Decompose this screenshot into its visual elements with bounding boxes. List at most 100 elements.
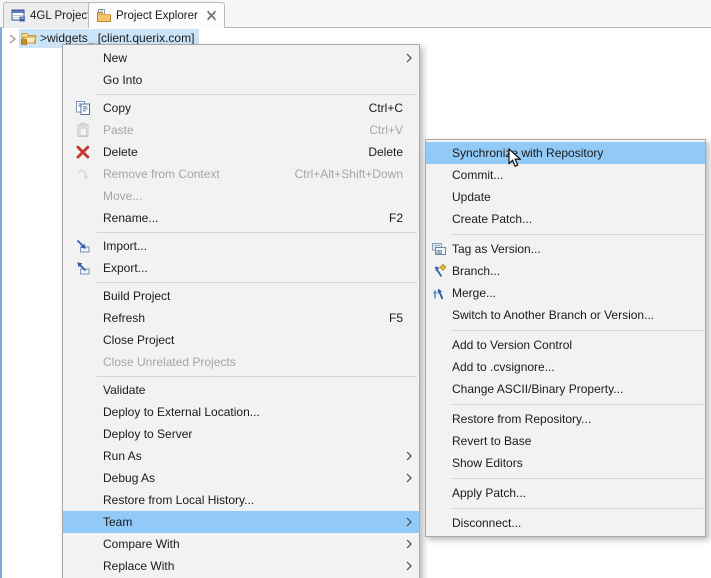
copy-icon <box>63 100 103 116</box>
menu-item-label: Commit... <box>452 168 504 182</box>
menu-item-update[interactable]: Update <box>426 186 705 208</box>
menu-item-label: Debug As <box>103 471 156 485</box>
tag-version-icon <box>426 241 452 257</box>
menu-separator <box>97 281 417 283</box>
team-submenu: Synchronize with Repository Commit... Up… <box>425 139 706 537</box>
submenu-arrow-icon <box>406 539 419 549</box>
tab-label: 4GL Project <box>30 9 91 22</box>
export-icon <box>63 260 103 276</box>
menu-item-validate[interactable]: Validate <box>63 379 419 401</box>
tree-item-label: >widgets_ [client.querix.com] <box>40 31 195 45</box>
menu-item-label: Add to .cvsignore... <box>452 360 555 374</box>
menu-item-branch[interactable]: Branch... <box>426 260 705 282</box>
menu-item-label: Show Editors <box>452 456 523 470</box>
menu-item-label: Deploy to External Location... <box>103 405 260 419</box>
open-folder-icon <box>20 30 37 46</box>
submenu-arrow-icon <box>406 473 419 483</box>
menu-item-merge[interactable]: Merge... <box>426 282 705 304</box>
menu-item-label: Delete <box>103 145 138 159</box>
menu-item-rename[interactable]: Rename... F2 <box>63 207 419 229</box>
menu-separator <box>451 477 703 479</box>
menu-item-label: Deploy to Server <box>103 427 193 441</box>
menu-item-copy[interactable]: Copy Ctrl+C <box>63 97 419 119</box>
menu-item-label: Create Patch... <box>452 212 533 226</box>
menu-item-label: Team <box>103 515 133 529</box>
menu-item-show-editors[interactable]: Show Editors <box>426 452 705 474</box>
tab-label: Project Explorer <box>116 9 198 22</box>
menu-item-label: Branch... <box>452 264 501 278</box>
submenu-arrow-icon <box>406 53 419 63</box>
menu-item-label: Export... <box>103 261 148 275</box>
menu-item-label: Build Project <box>103 289 171 303</box>
menu-item-synchronize-with-repository[interactable]: Synchronize with Repository <box>426 142 705 164</box>
project-context-menu: New Go Into Copy Ctrl+C Paste Ctrl+V Del… <box>62 44 420 578</box>
menu-item-go-into[interactable]: Go Into <box>63 69 419 91</box>
paste-icon <box>63 122 103 138</box>
menu-separator <box>97 93 417 95</box>
menu-item-delete[interactable]: Delete Delete <box>63 141 419 163</box>
menu-item-export[interactable]: Export... <box>63 257 419 279</box>
menu-item-new[interactable]: New <box>63 47 419 69</box>
menu-item-label: Tag as Version... <box>452 242 541 256</box>
menu-item-label: Validate <box>103 383 146 397</box>
mouse-cursor <box>508 148 523 169</box>
menu-item-tag-as-version[interactable]: Tag as Version... <box>426 238 705 260</box>
chevron-right-icon[interactable] <box>5 32 19 46</box>
menu-item-apply-patch[interactable]: Apply Patch... <box>426 482 705 504</box>
menu-separator <box>451 329 703 331</box>
menu-item-switch-to-another-branch-or-version[interactable]: Switch to Another Branch or Version... <box>426 304 705 326</box>
menu-item-revert-to-base[interactable]: Revert to Base <box>426 430 705 452</box>
menu-item-deploy-to-server[interactable]: Deploy to Server <box>63 423 419 445</box>
menu-item-commit[interactable]: Commit... <box>426 164 705 186</box>
menu-item-label: Run As <box>103 449 142 463</box>
menu-item-label: Change ASCII/Binary Property... <box>452 382 624 396</box>
menu-item-refresh[interactable]: Refresh F5 <box>63 307 419 329</box>
4gl-project-icon <box>11 8 26 23</box>
menu-item-label: Paste <box>103 123 134 137</box>
menu-item-label: Rename... <box>103 211 159 225</box>
menu-item-label: Refresh <box>103 311 146 325</box>
menu-item-debug-as[interactable]: Debug As <box>63 467 419 489</box>
menu-item-add-to-cvsignore[interactable]: Add to .cvsignore... <box>426 356 705 378</box>
menu-item-compare-with[interactable]: Compare With <box>63 533 419 555</box>
remove-context-icon <box>63 166 103 182</box>
menu-item-label: Move... <box>103 189 143 203</box>
menu-item-shortcut: Ctrl+C <box>368 101 403 115</box>
menu-separator <box>97 231 417 233</box>
menu-item-label: Close Unrelated Projects <box>103 355 236 369</box>
menu-separator <box>451 233 703 235</box>
menu-item-label: Update <box>452 190 491 204</box>
menu-item-move: Move... <box>63 185 419 207</box>
view-left-accent-border <box>0 0 2 578</box>
menu-item-remove-from-context: Remove from Context Ctrl+Alt+Shift+Down <box>63 163 419 185</box>
menu-item-paste: Paste Ctrl+V <box>63 119 419 141</box>
menu-item-label: Remove from Context <box>103 167 220 181</box>
menu-item-change-ascii-binary-property[interactable]: Change ASCII/Binary Property... <box>426 378 705 400</box>
menu-item-run-as[interactable]: Run As <box>63 445 419 467</box>
menu-item-build-project[interactable]: Build Project <box>63 285 419 307</box>
menu-item-label: Import... <box>103 239 148 253</box>
menu-item-shortcut: F2 <box>388 211 403 225</box>
menu-item-restore-from-local-history[interactable]: Restore from Local History... <box>63 489 419 511</box>
menu-item-import[interactable]: Import... <box>63 235 419 257</box>
tab-4gl-project[interactable]: 4GL Project <box>3 2 99 28</box>
menu-item-label: Close Project <box>103 333 175 347</box>
menu-item-disconnect[interactable]: Disconnect... <box>426 512 705 534</box>
menu-item-restore-from-repository[interactable]: Restore from Repository... <box>426 408 705 430</box>
menu-item-team[interactable]: Team <box>63 511 419 533</box>
merge-icon <box>426 285 452 301</box>
view-tab-bar: 4GL Project Project Explorer <box>0 0 711 28</box>
submenu-arrow-icon <box>406 517 419 527</box>
menu-item-label: Go Into <box>103 73 143 87</box>
close-icon[interactable] <box>206 10 217 21</box>
menu-item-label: Apply Patch... <box>452 486 527 500</box>
menu-item-deploy-to-external-location[interactable]: Deploy to External Location... <box>63 401 419 423</box>
submenu-arrow-icon <box>406 451 419 461</box>
tab-project-explorer[interactable]: Project Explorer <box>88 2 225 28</box>
menu-item-add-to-version-control[interactable]: Add to Version Control <box>426 334 705 356</box>
menu-item-shortcut: F5 <box>388 311 403 325</box>
menu-item-close-project[interactable]: Close Project <box>63 329 419 351</box>
menu-item-replace-with[interactable]: Replace With <box>63 555 419 577</box>
menu-item-create-patch[interactable]: Create Patch... <box>426 208 705 230</box>
delete-icon <box>63 144 103 160</box>
